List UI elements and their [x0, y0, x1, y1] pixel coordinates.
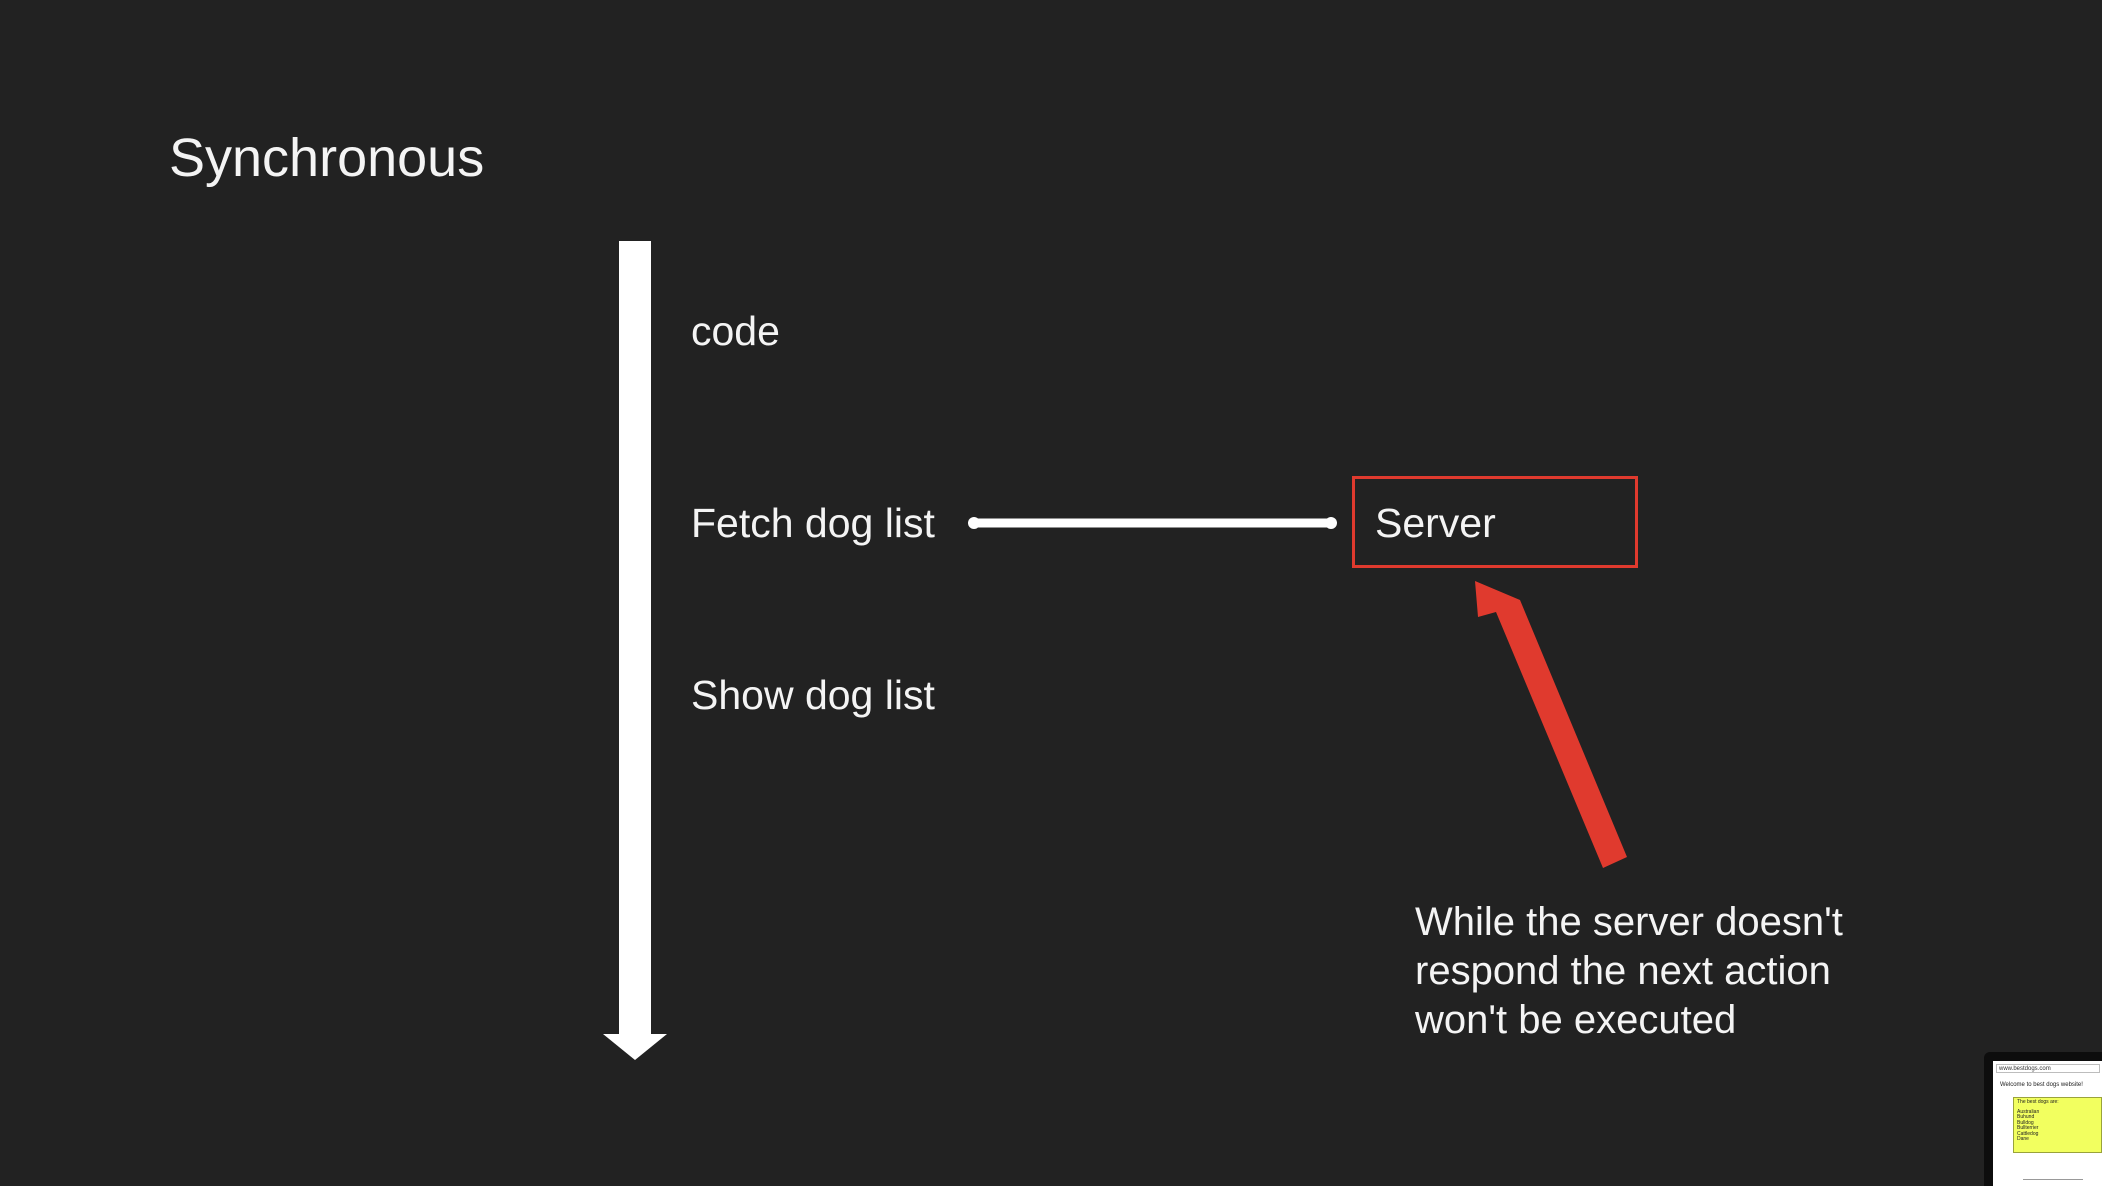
thumbnail-footer-line	[2023, 1179, 2083, 1180]
step-fetch-dog-list: Fetch dog list	[691, 500, 935, 546]
thumbnail-card-item: Dane	[2017, 1136, 2029, 1142]
thumbnail-card-title: The best dogs are:	[2017, 1099, 2059, 1105]
step-code: code	[691, 308, 780, 354]
note-line: won't be executed	[1415, 998, 1737, 1042]
thumbnail-dog-card: The best dogs are: Australian Buhund Bul…	[2013, 1097, 2102, 1153]
note-line: respond the next action	[1415, 949, 1831, 993]
callout-arrow-shape	[1475, 581, 1627, 868]
explanation-note: While the server doesn't respond the nex…	[1415, 898, 1935, 1045]
fetch-server-connector	[968, 517, 1337, 529]
server-label: Server	[1375, 500, 1496, 546]
execution-flow-shaft	[619, 241, 651, 1034]
execution-flow-arrowhead	[603, 1034, 667, 1060]
thumbnail-welcome-text: Welcome to best dogs website!	[2000, 1082, 2083, 1088]
server-box: Server	[1352, 476, 1638, 568]
step-show-dog-list: Show dog list	[691, 672, 935, 718]
thumbnail-url-bar: www.bestdogs.com	[1996, 1064, 2100, 1073]
execution-flow-arrow	[603, 241, 667, 1060]
connector-start-dot	[968, 517, 980, 529]
note-line: While the server doesn't	[1415, 900, 1843, 944]
connector-end-dot	[1325, 517, 1337, 529]
slide: Synchronous code Fetch dog list Show dog…	[0, 0, 2102, 1186]
website-thumbnail: www.bestdogs.com Welcome to best dogs we…	[1984, 1052, 2102, 1186]
callout-arrow	[1475, 581, 1627, 868]
thumbnail-screen: www.bestdogs.com Welcome to best dogs we…	[1993, 1061, 2102, 1186]
